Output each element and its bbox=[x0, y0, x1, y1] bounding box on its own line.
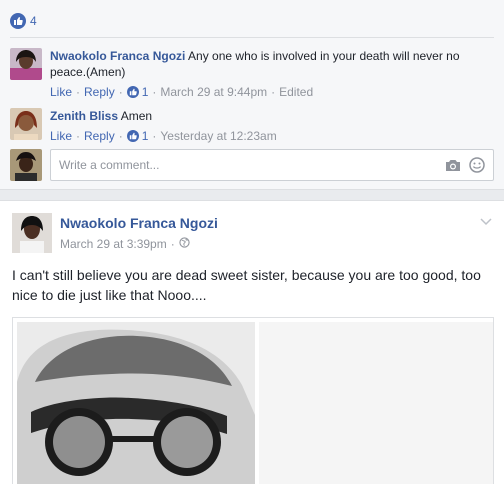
post-meta: March 29 at 3:39pm · bbox=[60, 237, 190, 251]
like-icon bbox=[10, 13, 26, 29]
like-icon bbox=[126, 86, 139, 98]
divider bbox=[10, 37, 494, 38]
like-button[interactable]: Like bbox=[50, 84, 72, 100]
reply-button[interactable]: Reply bbox=[84, 84, 115, 100]
avatar[interactable] bbox=[12, 213, 52, 253]
comment-timestamp[interactable]: March 29 at 9:44pm bbox=[160, 84, 267, 100]
post-timestamp[interactable]: March 29 at 3:39pm bbox=[60, 237, 167, 251]
post-author[interactable]: Nwaokolo Franca Ngozi bbox=[60, 215, 218, 231]
avatar[interactable] bbox=[10, 48, 42, 80]
photo-grid bbox=[12, 317, 494, 484]
comments-section: 4 Nwaokolo Franca Ngozi Any one who is i… bbox=[0, 0, 504, 190]
comment-input-box[interactable] bbox=[50, 149, 494, 181]
globe-icon[interactable] bbox=[179, 237, 190, 251]
comment-like-count[interactable]: 1 bbox=[142, 128, 149, 144]
comment-item: Zenith Bliss Amen Like · Reply · 1 · Yes… bbox=[10, 108, 494, 144]
avatar[interactable] bbox=[10, 149, 42, 181]
like-button[interactable]: Like bbox=[50, 128, 72, 144]
reactions-summary[interactable]: 4 bbox=[10, 12, 37, 30]
comment-timestamp[interactable]: Yesterday at 12:23am bbox=[160, 128, 276, 144]
comment-composer bbox=[10, 149, 494, 181]
comment-author[interactable]: Zenith Bliss bbox=[50, 109, 118, 123]
comment-text: Amen bbox=[120, 109, 153, 123]
comment-like-count[interactable]: 1 bbox=[142, 84, 149, 100]
post-photo[interactable] bbox=[17, 322, 255, 484]
edited-label[interactable]: Edited bbox=[279, 84, 313, 100]
avatar[interactable] bbox=[10, 108, 42, 140]
comment-author[interactable]: Nwaokolo Franca Ngozi bbox=[50, 49, 185, 63]
smiley-icon[interactable] bbox=[469, 157, 485, 176]
comment-item: Nwaokolo Franca Ngozi Any one who is inv… bbox=[10, 48, 494, 100]
reactions-count: 4 bbox=[30, 14, 37, 28]
post-text: I can't still believe you are dead sweet… bbox=[12, 267, 481, 303]
post-photo[interactable] bbox=[259, 322, 493, 484]
post-card: Nwaokolo Franca Ngozi March 29 at 3:39pm… bbox=[0, 200, 504, 484]
like-icon bbox=[126, 130, 139, 142]
camera-icon[interactable] bbox=[445, 159, 461, 175]
reply-button[interactable]: Reply bbox=[84, 128, 115, 144]
chevron-down-icon[interactable] bbox=[480, 215, 492, 229]
comment-input[interactable] bbox=[51, 150, 431, 180]
